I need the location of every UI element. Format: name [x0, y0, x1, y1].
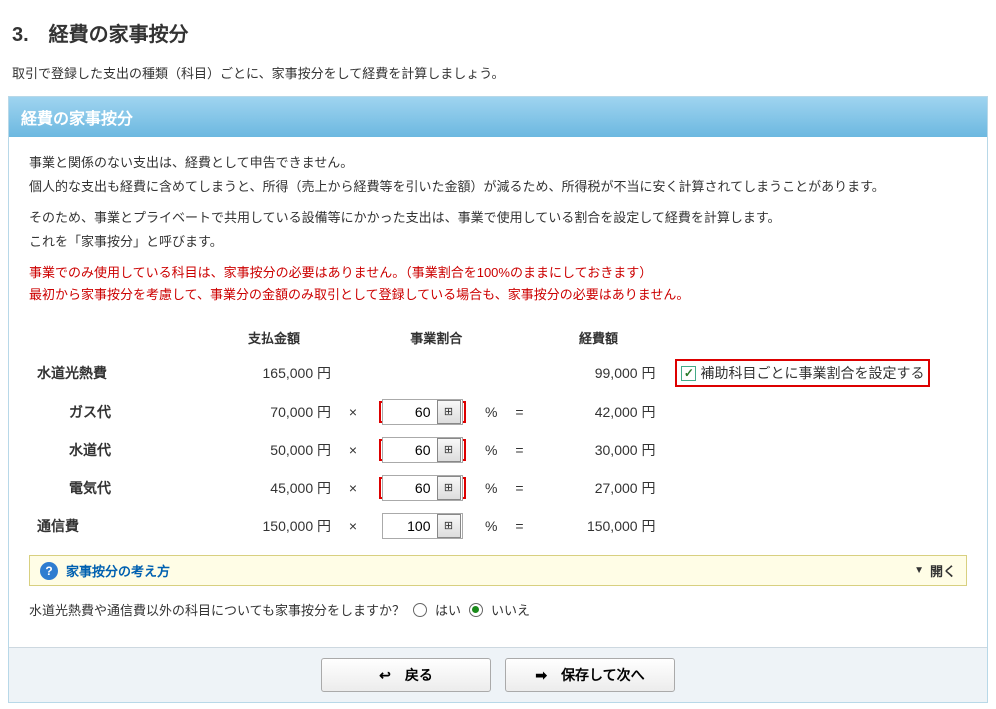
- row-amount: 45,000 円: [209, 469, 339, 507]
- row-label: 電気代: [29, 469, 209, 507]
- checkbox-checked-icon: ✓: [681, 366, 696, 381]
- panel-header: 経費の家事按分: [9, 97, 987, 137]
- desc-red-line: 事業でのみ使用している科目は、家事按分の必要はありません。（事業割合を100%の…: [29, 263, 967, 283]
- desc-line: 個人的な支出も経費に含めてしまうと、所得（売上から経費等を引いた金額）が減るため…: [29, 177, 967, 197]
- highlight-box: ⊞: [379, 477, 466, 499]
- percent-symbol: %: [477, 507, 505, 545]
- ratio-input-comm[interactable]: [383, 515, 437, 537]
- percent-symbol: %: [477, 469, 505, 507]
- desc-line: これを「家事按分」と呼びます。: [29, 232, 967, 252]
- radio-no[interactable]: [469, 603, 483, 617]
- calculator-button[interactable]: ⊞: [437, 438, 461, 462]
- multiply-symbol: ×: [339, 431, 367, 469]
- row-amount: 150,000 円: [209, 507, 339, 545]
- radio-yes[interactable]: [413, 603, 427, 617]
- calculator-button[interactable]: ⊞: [437, 476, 461, 500]
- table-row-water: 水道代 50,000 円 × ⊞ % =: [29, 431, 967, 469]
- row-label: 水道光熱費: [29, 353, 209, 393]
- ratio-input-gas[interactable]: [383, 401, 437, 423]
- back-button-label: 戻る: [405, 665, 433, 685]
- forward-arrow-icon: ➡: [535, 667, 547, 684]
- header-expense: 経費額: [533, 322, 663, 353]
- row-label: 水道代: [29, 431, 209, 469]
- table-row-elec: 電気代 45,000 円 × ⊞ % =: [29, 469, 967, 507]
- equals-symbol: =: [505, 507, 533, 545]
- header-amount: 支払金額: [209, 322, 339, 353]
- equals-symbol: =: [505, 393, 533, 431]
- description-block: そのため、事業とプライベートで共用している設備等にかかった支出は、事業で使用して…: [29, 208, 967, 251]
- help-icon: ?: [40, 562, 58, 580]
- sub-account-checkbox[interactable]: ✓ 補助科目ごとに事業割合を設定する: [681, 363, 924, 383]
- row-expense: 27,000 円: [533, 469, 663, 507]
- multiply-symbol: ×: [339, 507, 367, 545]
- row-expense: 99,000 円: [533, 353, 663, 393]
- expense-table: 支払金額 事業割合 経費額 水道光熱費 165,000 円: [29, 322, 967, 545]
- question-text: 水道光熱費や通信費以外の科目についても家事按分をしますか？: [29, 600, 405, 619]
- row-amount: 70,000 円: [209, 393, 339, 431]
- radio-yes-label: はい: [435, 600, 461, 619]
- highlight-box: ⊞: [379, 439, 466, 461]
- back-arrow-icon: ↩: [379, 667, 391, 684]
- back-button[interactable]: ↩ 戻る: [321, 658, 491, 692]
- table-row-utilities: 水道光熱費 165,000 円 99,000 円 ✓ 補助科目ごとに事業割合を設…: [29, 353, 967, 393]
- description-block: 事業と関係のない支出は、経費として申告できません。 個人的な支出も経費に含めてし…: [29, 153, 967, 196]
- page-title: 3. 経費の家事按分: [12, 18, 988, 47]
- description-warning: 事業でのみ使用している科目は、家事按分の必要はありません。（事業割合を100%の…: [29, 263, 967, 304]
- ratio-input-water[interactable]: [383, 439, 437, 461]
- save-next-button-label: 保存して次へ: [561, 665, 645, 685]
- row-expense: 30,000 円: [533, 431, 663, 469]
- calculator-button[interactable]: ⊞: [437, 400, 461, 424]
- row-label: 通信費: [29, 507, 209, 545]
- accordion-open-label: 開く: [930, 561, 956, 580]
- radio-no-label: いいえ: [491, 600, 530, 619]
- save-next-button[interactable]: ➡ 保存して次へ: [505, 658, 675, 692]
- equals-symbol: =: [505, 431, 533, 469]
- calculator-button[interactable]: ⊞: [437, 514, 461, 538]
- percent-symbol: %: [477, 431, 505, 469]
- desc-line: 事業と関係のない支出は、経費として申告できません。: [29, 153, 967, 173]
- multiply-symbol: ×: [339, 393, 367, 431]
- row-label: ガス代: [29, 393, 209, 431]
- additional-question: 水道光熱費や通信費以外の科目についても家事按分をしますか？ はい いいえ: [29, 600, 967, 619]
- table-row-gas: ガス代 70,000 円 × ⊞ % =: [29, 393, 967, 431]
- header-ratio: 事業割合: [367, 322, 505, 353]
- row-expense: 150,000 円: [533, 507, 663, 545]
- desc-red-line: 最初から家事按分を考慮して、事業分の金額のみ取引として登録している場合も、家事按…: [29, 285, 967, 305]
- footer-bar: ↩ 戻る ➡ 保存して次へ: [9, 647, 987, 702]
- row-amount: 165,000 円: [209, 353, 339, 393]
- calculator-icon: ⊞: [444, 483, 453, 494]
- checkbox-label: 補助科目ごとに事業割合を設定する: [700, 363, 924, 383]
- ratio-input-elec[interactable]: [383, 477, 437, 499]
- calculator-icon: ⊞: [444, 521, 453, 532]
- calculator-icon: ⊞: [444, 445, 453, 456]
- highlight-box: ✓ 補助科目ごとに事業割合を設定する: [675, 359, 930, 387]
- multiply-symbol: ×: [339, 469, 367, 507]
- table-header-row: 支払金額 事業割合 経費額: [29, 322, 967, 353]
- percent-symbol: %: [477, 393, 505, 431]
- calculator-icon: ⊞: [444, 407, 453, 418]
- row-amount: 50,000 円: [209, 431, 339, 469]
- panel: 経費の家事按分 事業と関係のない支出は、経費として申告できません。 個人的な支出…: [8, 96, 988, 703]
- highlight-box: ⊞: [379, 401, 466, 423]
- accordion-title: 家事按分の考え方: [66, 561, 170, 580]
- accordion-help[interactable]: ? 家事按分の考え方 ▼ 開く: [29, 555, 967, 586]
- equals-symbol: =: [505, 469, 533, 507]
- desc-line: そのため、事業とプライベートで共用している設備等にかかった支出は、事業で使用して…: [29, 208, 967, 228]
- chevron-down-icon: ▼: [914, 565, 924, 576]
- page-subtitle: 取引で登録した支出の種類（科目）ごとに、家事按分をして経費を計算しましょう。: [12, 63, 988, 82]
- table-row-comm: 通信費 150,000 円 × ⊞ % = 150,000 円: [29, 507, 967, 545]
- row-expense: 42,000 円: [533, 393, 663, 431]
